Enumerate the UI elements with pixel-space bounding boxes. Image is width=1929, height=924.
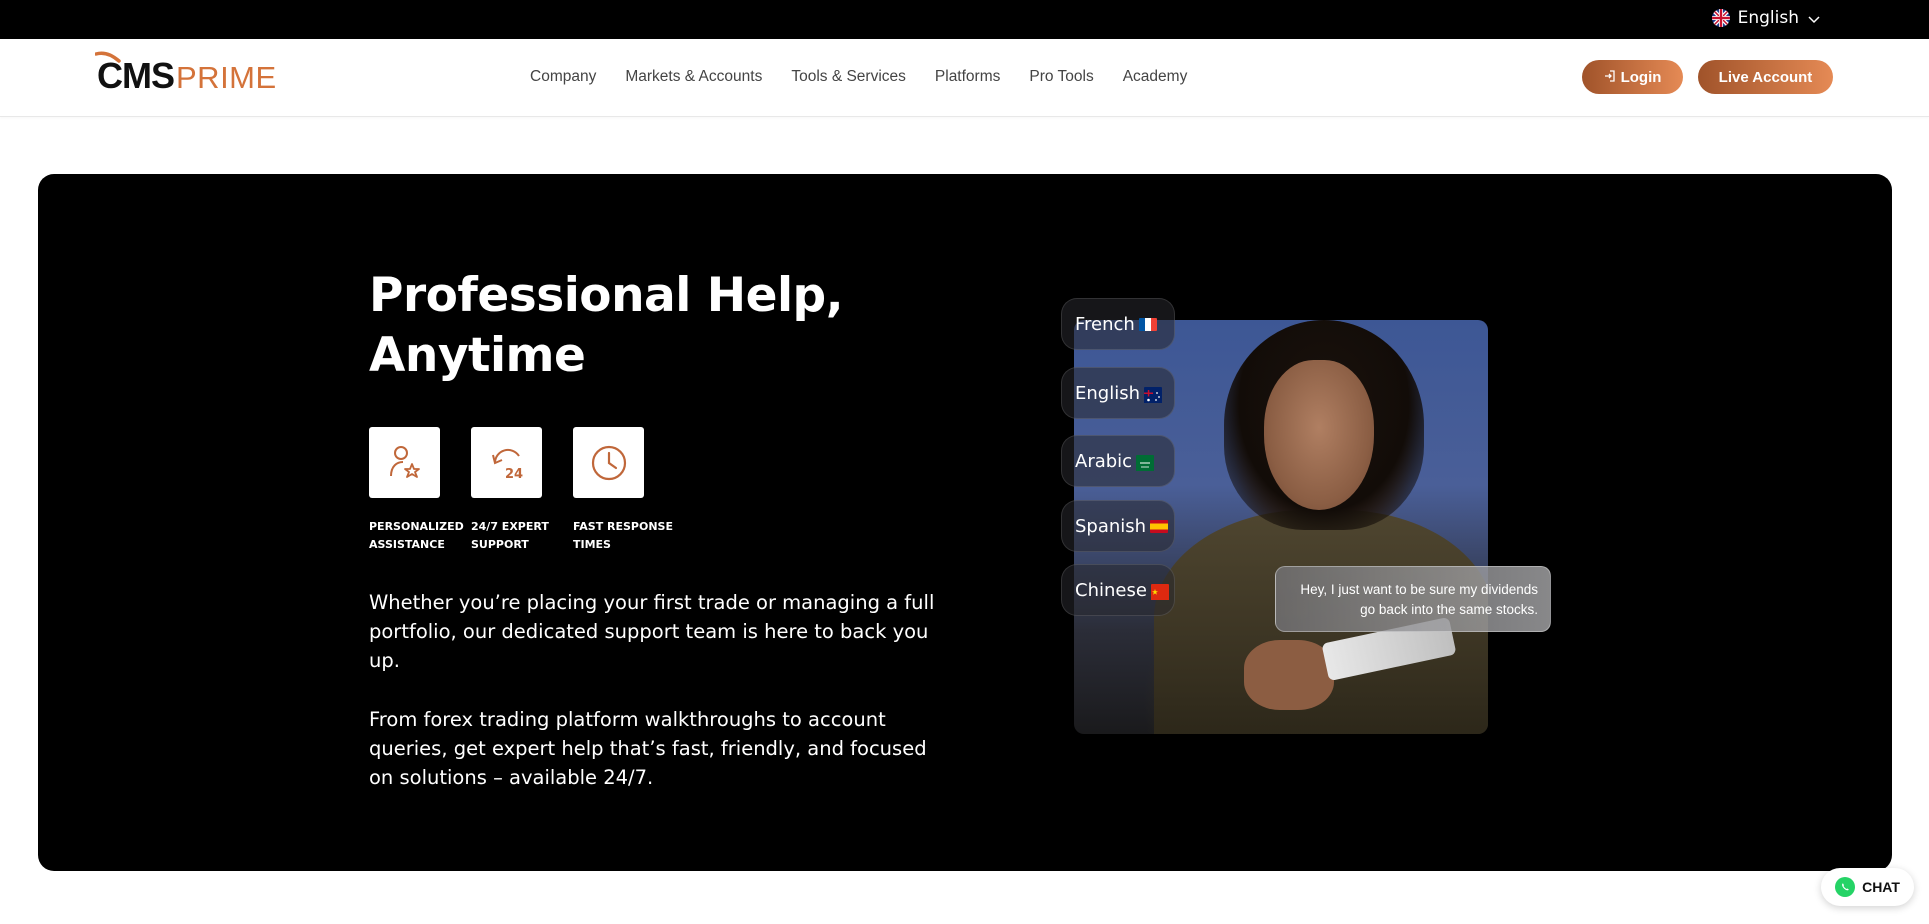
- logo-sub-text: PRIME: [176, 60, 277, 95]
- flag-spain-icon: [1150, 519, 1169, 533]
- hero-title: Professional Help, Anytime: [369, 268, 844, 383]
- feature-list: PERSONALIZED ASSISTANCE 24 24/7 EXPERT SUP…: [369, 427, 675, 554]
- feature-label: PERSONALIZED ASSISTANCE: [369, 520, 464, 551]
- feature-expert-support: 24 24/7 EXPERT SUPPORT: [471, 427, 572, 554]
- feature-label: FAST RESPONSE TIMES: [573, 520, 673, 551]
- user-star-icon: [389, 445, 420, 478]
- flag-france-icon: [1138, 317, 1157, 331]
- hero-paragraph-1: Whether you’re placing your first trade …: [369, 591, 935, 672]
- top-bar: English: [0, 0, 1929, 39]
- chat-widget-button[interactable]: CHAT: [1821, 868, 1914, 906]
- feature-fast-response: FAST RESPONSE TIMES: [573, 427, 674, 554]
- language-label: English: [1737, 8, 1799, 28]
- chat-label: CHAT: [1862, 879, 1900, 895]
- flag-uk-icon: [1711, 9, 1730, 27]
- nav-tools-services[interactable]: Tools & Services: [791, 68, 906, 86]
- logo-swoosh-icon: [95, 51, 121, 63]
- feature-icon-box: 24: [471, 427, 542, 498]
- feature-icon-box: [573, 427, 644, 498]
- chevron-down-icon: [1807, 11, 1821, 25]
- language-pill-english: English: [1061, 367, 1175, 419]
- clock-icon: [591, 445, 626, 480]
- live-account-label: Live Account: [1718, 68, 1813, 86]
- login-button[interactable]: Login: [1582, 60, 1683, 94]
- site-header: CMS PRIME Company Markets & Accounts Too…: [0, 39, 1929, 117]
- nav-academy[interactable]: Academy: [1123, 68, 1188, 86]
- flag-saudi-arabia-icon: [1136, 454, 1155, 471]
- flag-china-icon: [1150, 583, 1169, 600]
- chat-message-bubble: Hey, I just want to be sure my dividends…: [1275, 566, 1551, 632]
- login-label: Login: [1620, 68, 1662, 86]
- nav-company[interactable]: Company: [530, 68, 596, 86]
- main-nav: Company Markets & Accounts Tools & Servi…: [530, 68, 1187, 86]
- nav-platforms[interactable]: Platforms: [935, 68, 1000, 86]
- language-switcher[interactable]: English: [1711, 8, 1821, 28]
- live-account-button[interactable]: Live Account: [1698, 60, 1833, 94]
- photo-hand: [1244, 640, 1334, 710]
- photo-face: [1264, 360, 1374, 510]
- nav-pro-tools[interactable]: Pro Tools: [1029, 68, 1093, 86]
- feature-personalized: PERSONALIZED ASSISTANCE: [369, 427, 470, 554]
- feature-label: 24/7 EXPERT SUPPORT: [471, 520, 549, 551]
- whatsapp-icon: [1835, 877, 1856, 897]
- language-pill-chinese: Chinese: [1061, 564, 1175, 616]
- flag-australia-icon: [1144, 386, 1162, 403]
- support-hero: Professional Help, Anytime PERSONALIZED A…: [38, 174, 1892, 871]
- hero-paragraph-2: From forex trading platform walkthroughs…: [369, 708, 927, 789]
- language-pill-arabic: Arabic: [1061, 435, 1175, 487]
- 24-hours-icon: 24: [491, 448, 523, 482]
- language-pill-spanish: Spanish: [1061, 500, 1175, 552]
- cms-prime-logo[interactable]: CMS PRIME: [95, 51, 277, 101]
- login-icon: [1604, 69, 1616, 86]
- svg-text:24: 24: [505, 467, 523, 482]
- feature-icon-box: [369, 427, 440, 498]
- logo-main-text: CMS: [95, 51, 175, 97]
- language-pill-french: French: [1061, 298, 1175, 350]
- nav-markets-accounts[interactable]: Markets & Accounts: [625, 68, 762, 86]
